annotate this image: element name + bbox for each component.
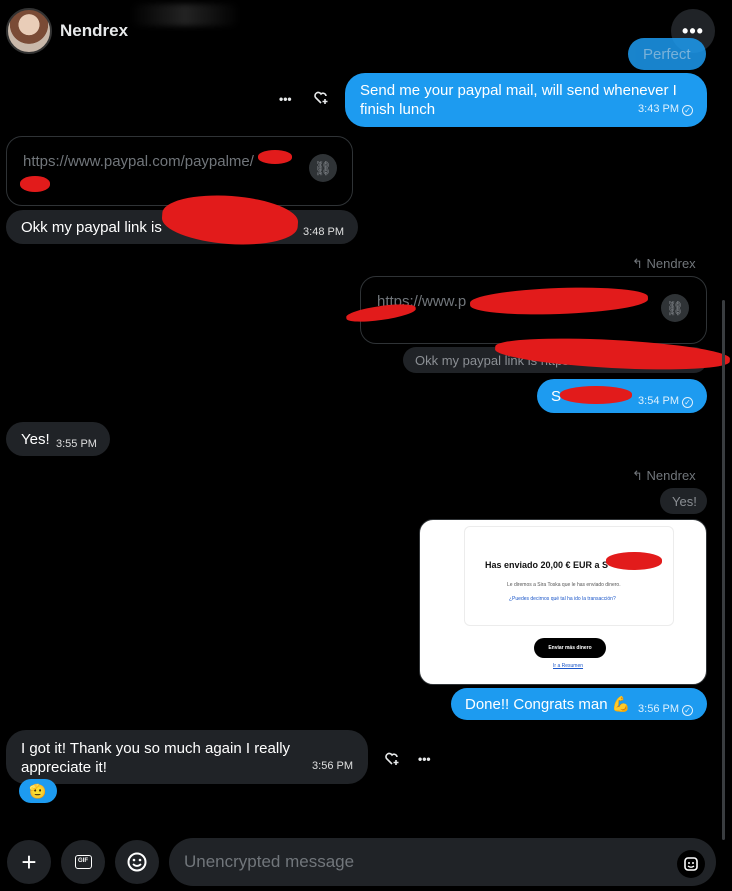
link-url[interactable]: https://www.paypal.com/paypalme/ [23, 153, 254, 170]
message-time: 3:56 PM ✓ [638, 700, 693, 719]
reaction-badge[interactable]: 🫡 [19, 779, 57, 803]
reaction-emoji: 🫡 [29, 783, 47, 799]
receipt-subtitle: Le diremos a Sira Toska que le has envia… [507, 582, 621, 588]
message-input-placeholder: Unencrypted message [184, 852, 355, 871]
link-icon: ⛓ [661, 294, 689, 322]
message-bubble-outgoing: Done!! Congrats man 💪 3:56 PM ✓ [451, 688, 707, 720]
message-time: 3:48 PM [303, 226, 344, 238]
ellipsis-icon[interactable]: ••• [418, 752, 431, 766]
contact-name[interactable]: Nendrex [60, 21, 128, 41]
receipt-title: Has enviado 20,00 € EUR a S [485, 560, 609, 570]
message-text: Okk my paypal link is [21, 219, 162, 236]
message-time: 3:56 PM [312, 760, 353, 772]
reply-label: ↰ Nendrex [632, 468, 696, 483]
message-bubble-incoming: I got it! Thank you so much again I real… [6, 730, 368, 784]
emoji-button[interactable] [115, 840, 159, 884]
link-icon: ⛓ [309, 154, 337, 182]
message-text: I got it! Thank you so much again I real… [21, 740, 291, 776]
redaction-mark [606, 552, 662, 570]
redaction-mark [20, 176, 50, 192]
emoji-icon [127, 852, 147, 872]
sticker-icon[interactable] [677, 850, 705, 878]
redaction-mark [258, 150, 292, 164]
message-text: Yes! [21, 431, 50, 448]
check-circle-icon: ✓ [682, 705, 693, 716]
gif-icon: GIF [74, 855, 92, 869]
link-preview-card[interactable]: https://www.paypal.com/paypalme/ ⛓ [6, 136, 353, 206]
message-time: 3:43 PM ✓ [638, 100, 693, 119]
plus-icon: + [21, 847, 37, 877]
message-bubble-incoming: Yes! 3:55 PM [6, 422, 110, 456]
message-time: 3:55 PM [56, 438, 97, 450]
ellipsis-icon[interactable]: ••• [279, 92, 292, 106]
receipt-panel: Has enviado 20,00 € EUR a S Le diremos a… [464, 526, 674, 626]
message-bubble-perfect: Perfect [628, 38, 706, 70]
check-circle-icon: ✓ [682, 105, 693, 116]
heart-plus-icon[interactable] [384, 751, 400, 772]
payment-receipt-image[interactable]: Has enviado 20,00 € EUR a S Le diremos a… [419, 519, 707, 685]
heart-plus-icon[interactable] [313, 90, 329, 111]
gif-button[interactable]: GIF [61, 840, 105, 884]
redaction-mark [560, 386, 632, 404]
reply-icon: ↰ [632, 256, 643, 271]
receipt-feedback-link: ¿Puedes decirnos qué tal ha ido la trans… [509, 596, 616, 602]
go-to-summary-link: Ir a Resumen [553, 663, 584, 669]
reply-icon: ↰ [632, 468, 643, 483]
message-time: 3:54 PM ✓ [638, 392, 693, 411]
message-text: Done!! Congrats man 💪 [465, 696, 631, 713]
add-attachment-button[interactable]: + [7, 840, 51, 884]
scrollbar[interactable] [722, 300, 725, 840]
send-more-money-button: Enviar más dinero [534, 638, 606, 658]
blurred-header-text [130, 4, 240, 26]
reply-label: ↰ Nendrex [632, 256, 696, 271]
avatar[interactable] [6, 8, 52, 54]
message-text: Perfect [643, 46, 691, 63]
quoted-message: Yes! [660, 488, 707, 514]
check-circle-icon: ✓ [682, 397, 693, 408]
message-bubble-outgoing: Send me your paypal mail, will send when… [345, 73, 707, 127]
